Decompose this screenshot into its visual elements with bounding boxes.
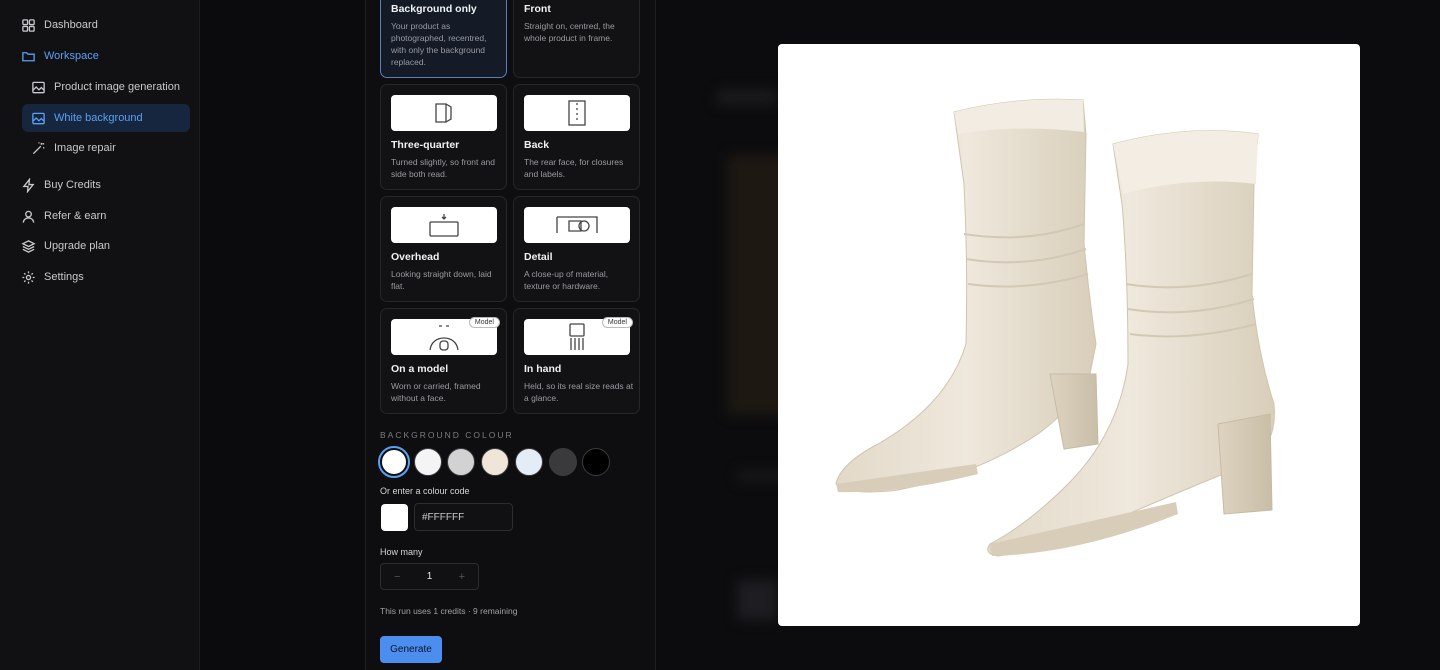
decrement-button[interactable]: − xyxy=(381,571,413,583)
overhead-thumbnail xyxy=(391,207,497,243)
colour-swatch[interactable] xyxy=(481,448,510,476)
image-icon xyxy=(30,79,46,95)
generate-button[interactable]: Generate xyxy=(380,636,442,663)
sidebar-item-refer-earn[interactable]: Refer & earn xyxy=(12,202,106,230)
sidebar-item-dashboard[interactable]: Dashboard xyxy=(12,11,98,39)
result-preview-image[interactable] xyxy=(778,44,1360,626)
overhead-view-icon xyxy=(429,214,459,237)
folder-icon xyxy=(20,48,36,64)
view-card-detail[interactable]: Detail A close-up of material, texture o… xyxy=(513,196,640,302)
view-card-desc: Looking straight down, laid flat. xyxy=(391,269,492,291)
magic-wand-icon xyxy=(30,140,46,156)
sidebar-item-label: Dashboard xyxy=(44,19,98,31)
grid-icon xyxy=(20,17,36,33)
increment-button[interactable]: + xyxy=(446,571,478,583)
view-card-back[interactable]: Back The rear face, for closures and lab… xyxy=(513,84,640,190)
lightning-icon xyxy=(20,177,36,193)
detail-thumbnail xyxy=(524,207,630,243)
colour-swatch[interactable] xyxy=(548,448,577,476)
view-card-desc: Straight on, centred, the whole product … xyxy=(524,21,615,43)
colour-swatch[interactable] xyxy=(413,448,442,476)
model-badge: Model xyxy=(468,317,500,328)
sidebar-item-workspace[interactable]: Workspace xyxy=(12,42,99,70)
view-card-title: Overhead xyxy=(391,251,440,263)
back-thumbnail xyxy=(524,95,630,131)
view-card-desc: Turned slightly, so front and side both … xyxy=(391,157,495,179)
view-card-desc: The rear face, for closures and labels. xyxy=(524,157,624,179)
layers-icon xyxy=(20,238,36,254)
quantity-stepper: − 1 + xyxy=(380,563,479,590)
boots-image xyxy=(835,98,1275,557)
sidebar-item-settings[interactable]: Settings xyxy=(12,263,84,291)
user-icon xyxy=(20,208,36,224)
quantity-value[interactable]: 1 xyxy=(413,571,445,582)
view-card-desc: Your product as photographed, recentred,… xyxy=(391,21,487,67)
sidebar-item-label: Buy Credits xyxy=(44,179,101,191)
view-card-title: Back xyxy=(524,139,550,151)
colour-preview xyxy=(381,504,408,531)
colour-swatch[interactable] xyxy=(582,448,611,476)
sidebar-item-label: Refer & earn xyxy=(44,210,107,222)
model-badge: Model xyxy=(601,317,633,328)
view-card-overhead[interactable]: Overhead Looking straight down, laid fla… xyxy=(380,196,507,302)
view-card-on-a-model[interactable]: Model On a model Worn or carried, framed… xyxy=(380,308,507,414)
view-card-title: Background only xyxy=(391,3,477,15)
back-view-icon xyxy=(568,100,586,126)
colour-code-label: Or enter a colour code xyxy=(380,486,470,496)
sidebar-item-label: Product image generation xyxy=(54,81,180,93)
view-card-three-quarter[interactable]: Three-quarter Turned slightly, so front … xyxy=(380,84,507,190)
how-many-label: How many xyxy=(380,547,423,557)
sidebar-item-product-image-generation[interactable]: Product image generation xyxy=(22,73,190,101)
credits-hint: This run uses 1 credits · 9 remaining xyxy=(380,606,518,616)
view-card-desc: Worn or carried, framed without a face. xyxy=(391,381,481,403)
gear-icon xyxy=(20,269,36,285)
sidebar-item-label: Settings xyxy=(44,271,84,283)
view-card-front[interactable]: Front Straight on, centred, the whole pr… xyxy=(513,0,640,78)
sidebar-item-label: Upgrade plan xyxy=(44,240,111,252)
colour-swatch[interactable] xyxy=(514,448,543,476)
view-card-title: Detail xyxy=(524,251,553,263)
sidebar-item-buy-credits[interactable]: Buy Credits xyxy=(12,171,101,199)
sidebar: Dashboard Workspace Product image genera… xyxy=(0,0,200,670)
image-icon xyxy=(30,110,46,126)
view-card-desc: A close-up of material, texture or hardw… xyxy=(524,269,609,291)
view-card-title: Three-quarter xyxy=(391,139,460,151)
model-view-icon xyxy=(429,325,459,351)
sidebar-item-upgrade-plan[interactable]: Upgrade plan xyxy=(12,232,110,260)
view-card-desc: Held, so its real size reads at a glance… xyxy=(524,381,634,403)
sidebar-item-label: Workspace xyxy=(44,50,99,62)
sidebar-item-white-background[interactable]: White background xyxy=(22,104,190,132)
three-quarter-icon xyxy=(435,103,452,123)
view-card-title: On a model xyxy=(391,363,449,375)
view-card-title: Front xyxy=(524,3,551,15)
sidebar-item-image-repair[interactable]: Image repair xyxy=(22,134,190,162)
hand-icon xyxy=(569,323,585,350)
sidebar-item-label: White background xyxy=(54,112,143,124)
colour-code-input[interactable]: #FFFFFF xyxy=(414,503,513,531)
background-colour-label: BACKGROUND COLOUR xyxy=(380,430,514,440)
sidebar-item-label: Image repair xyxy=(54,142,116,154)
view-card-in-hand[interactable]: Model In hand Held, so its real size rea… xyxy=(513,308,640,414)
colour-swatch[interactable] xyxy=(378,446,410,478)
view-card-background-only[interactable]: Background only Your product as photogra… xyxy=(380,0,507,78)
view-card-title: In hand xyxy=(524,363,562,375)
detail-view-icon xyxy=(556,216,598,233)
three-quarter-thumbnail xyxy=(391,95,497,131)
